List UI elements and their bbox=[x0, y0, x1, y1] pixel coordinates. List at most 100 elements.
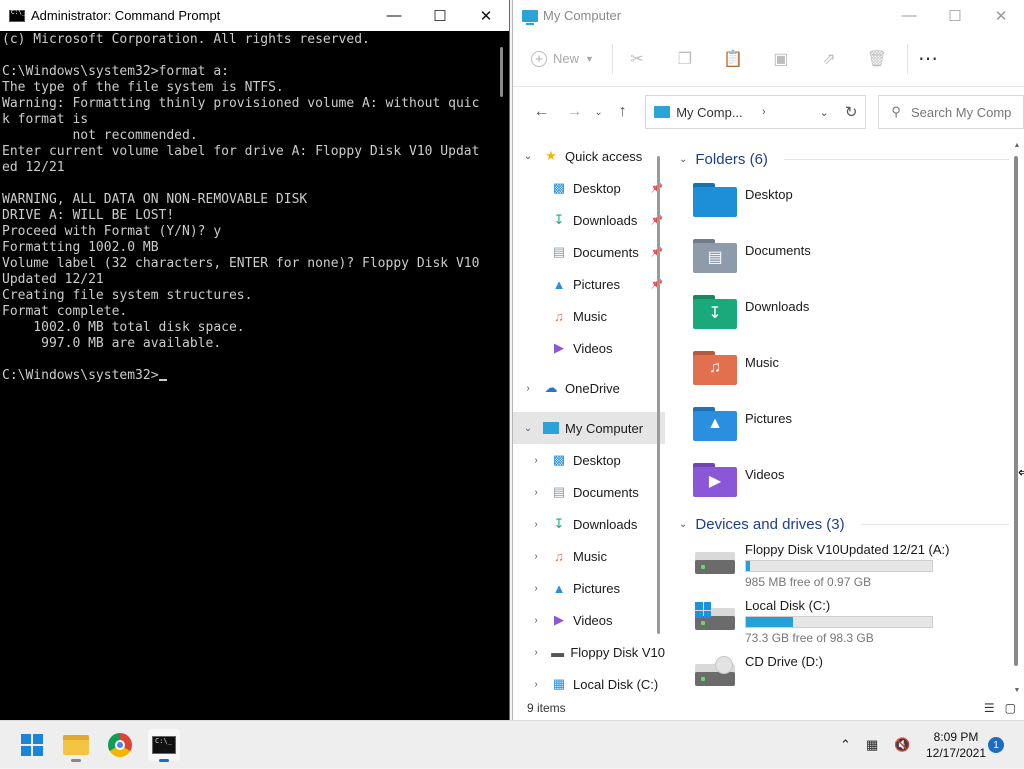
chevron-right-icon[interactable]: › bbox=[529, 551, 543, 562]
notification-badge[interactable]: 1 bbox=[988, 737, 1004, 753]
nav-pc-item[interactable]: › ▦ Local Disk (C:) bbox=[513, 668, 665, 696]
nav-pc-item[interactable]: › ▤ Documents bbox=[513, 476, 665, 508]
close-button[interactable]: ✕ bbox=[463, 0, 509, 31]
nav-pc-item[interactable]: › ▬ Floppy Disk V10 bbox=[513, 636, 665, 668]
drive-item[interactable]: Floppy Disk V10Updated 12/21 (A:) 985 MB … bbox=[669, 538, 1009, 594]
folder-name: Desktop bbox=[745, 187, 793, 202]
chevron-down-icon[interactable]: ⌄ bbox=[679, 154, 687, 165]
cmd-titlebar[interactable]: Administrator: Command Prompt — ☐ ✕ bbox=[0, 0, 509, 31]
nav-pc-item[interactable]: › ▶ Videos bbox=[513, 604, 665, 636]
minimize-button[interactable]: — bbox=[371, 0, 417, 31]
folder-item[interactable]: ▲ Pictures bbox=[669, 397, 1009, 453]
nav-pc-item[interactable]: › ♫ Music bbox=[513, 540, 665, 572]
content-pane[interactable]: ⌄ Folders (6) Desktop ▤ Documents ↧ Download… bbox=[669, 140, 1009, 696]
chrome-taskbar-button[interactable] bbox=[104, 729, 136, 761]
folder-item[interactable]: ↧ Downloads bbox=[669, 285, 1009, 341]
drive-name: Local Disk (C:) bbox=[745, 598, 831, 613]
cmd-scrollbar[interactable] bbox=[493, 31, 509, 720]
more-options-icon[interactable]: ⋯ bbox=[918, 46, 939, 71]
chevron-right-icon[interactable]: › bbox=[529, 455, 543, 466]
drive-item[interactable]: CD Drive (D:) bbox=[669, 650, 1009, 696]
videos-icon: ▶ bbox=[554, 612, 564, 627]
cut-icon[interactable]: ✂ bbox=[613, 49, 661, 69]
explorer-window[interactable]: My Computer — ☐ ✕ + New ▼ ✂ ❐ 📋 ▣ ⇗ 🗑 ⋯ … bbox=[512, 0, 1024, 720]
share-icon[interactable]: ⇗ bbox=[805, 49, 853, 69]
nav-pc-item[interactable]: › ↧ Downloads bbox=[513, 508, 665, 540]
chevron-right-icon[interactable]: › bbox=[529, 679, 543, 690]
volume-muted-icon[interactable]: 🔇 bbox=[894, 721, 910, 769]
maximize-button[interactable]: ☐ bbox=[932, 0, 978, 31]
chevron-right-icon[interactable]: › bbox=[529, 647, 543, 658]
console-prompt[interactable]: C:\Windows\system32> bbox=[2, 368, 492, 384]
explorer-title: My Computer bbox=[543, 8, 622, 23]
address-path[interactable]: My Comp... bbox=[676, 105, 756, 120]
chevron-right-icon[interactable]: › bbox=[529, 487, 543, 498]
maximize-button[interactable]: ☐ bbox=[417, 0, 463, 31]
nav-quick-music[interactable]: ♫ Music bbox=[513, 300, 665, 332]
cmd-scroll-thumb[interactable] bbox=[500, 47, 503, 97]
file-explorer-taskbar-button[interactable] bbox=[60, 729, 92, 762]
folders-group-header[interactable]: ⌄ Folders (6) bbox=[669, 145, 1009, 173]
computer-icon bbox=[522, 9, 538, 25]
chevron-right-icon[interactable]: › bbox=[529, 615, 543, 626]
nav-quick-videos[interactable]: ▶ Videos bbox=[513, 332, 665, 364]
content-scroll-thumb[interactable] bbox=[1014, 156, 1018, 666]
cmd-taskbar-button[interactable]: C:\_ bbox=[148, 729, 180, 762]
nav-quick-pictures[interactable]: ▲Pictures📌 bbox=[513, 268, 665, 300]
delete-icon[interactable]: 🗑 bbox=[853, 49, 901, 69]
nav-onedrive[interactable]: › ☁ OneDrive bbox=[513, 372, 665, 404]
drive-item[interactable]: Local Disk (C:) 73.3 GB free of 98.3 GB bbox=[669, 594, 1009, 650]
nav-scroll-thumb[interactable] bbox=[657, 156, 660, 634]
chevron-down-icon[interactable]: ⌄ bbox=[820, 106, 829, 119]
content-scrollbar[interactable]: ▲ ▼ bbox=[1011, 140, 1023, 696]
search-placeholder: Search My Comp bbox=[910, 104, 1012, 120]
nav-pc-item[interactable]: › ▩ Desktop bbox=[513, 444, 665, 476]
scroll-up-arrow-icon[interactable]: ▲ bbox=[1011, 142, 1023, 149]
chevron-down-icon[interactable]: ⌄ bbox=[521, 151, 535, 162]
explorer-titlebar[interactable]: My Computer — ☐ ✕ bbox=[513, 0, 1024, 31]
details-view-icon[interactable]: ☰ bbox=[984, 701, 995, 715]
nav-quick-downloads[interactable]: ↧Downloads📌 bbox=[513, 204, 665, 236]
search-box[interactable]: ⚲ Search My Comp bbox=[878, 95, 1024, 129]
desktop-folder-icon bbox=[693, 181, 737, 217]
nav-quick-documents[interactable]: ▤Documents📌 bbox=[513, 236, 665, 268]
folder-item[interactable]: ▤ Documents bbox=[669, 229, 1009, 285]
folder-item[interactable]: Desktop bbox=[669, 173, 1009, 229]
show-hidden-icons-chevron-icon[interactable]: ⌃ bbox=[840, 721, 851, 769]
network-icon[interactable]: ▦ bbox=[866, 721, 878, 769]
new-button[interactable]: + New ▼ bbox=[531, 43, 613, 74]
address-box[interactable]: My Comp... › ⌄ ↻ bbox=[645, 95, 867, 129]
chevron-right-icon[interactable]: › bbox=[521, 383, 535, 394]
chevron-right-icon[interactable]: › bbox=[529, 519, 543, 530]
nav-my-computer[interactable]: ⌄ My Computer bbox=[513, 412, 665, 444]
recent-locations-chevron-icon[interactable]: ⌄ bbox=[591, 107, 606, 118]
navigation-pane[interactable]: ⌄ ★ Quick access ▩Desktop📌↧Downloads📌▤Do… bbox=[513, 140, 665, 696]
folder-item[interactable]: ♫ Music bbox=[669, 341, 1009, 397]
chevron-down-icon[interactable]: ⌄ bbox=[679, 519, 687, 530]
cmd-window[interactable]: Administrator: Command Prompt — ☐ ✕ (c) … bbox=[0, 0, 510, 720]
refresh-icon[interactable]: ↻ bbox=[845, 103, 858, 121]
forward-arrow-icon[interactable]: → bbox=[558, 103, 591, 121]
start-button[interactable] bbox=[16, 729, 48, 761]
chevron-right-icon[interactable]: › bbox=[529, 583, 543, 594]
minimize-button[interactable]: — bbox=[886, 0, 932, 31]
nav-quick-access[interactable]: ⌄ ★ Quick access bbox=[513, 140, 665, 172]
tiles-view-icon[interactable]: ▢ bbox=[1005, 701, 1016, 715]
drive-icon bbox=[693, 656, 737, 696]
copy-icon[interactable]: ❐ bbox=[661, 49, 709, 69]
close-button[interactable]: ✕ bbox=[978, 0, 1024, 31]
up-arrow-icon[interactable]: ↑ bbox=[606, 103, 639, 121]
paste-icon[interactable]: 📋 bbox=[709, 49, 757, 69]
chevron-down-icon[interactable]: ⌄ bbox=[521, 423, 535, 434]
console-output[interactable]: (c) Microsoft Corporation. All rights re… bbox=[0, 31, 494, 720]
nav-quick-desktop[interactable]: ▩Desktop📌 bbox=[513, 172, 665, 204]
folder-item[interactable]: ▶ Videos bbox=[669, 453, 1009, 509]
nav-pc-item[interactable]: › ▲ Pictures bbox=[513, 572, 665, 604]
devices-group-header[interactable]: ⌄ Devices and drives (3) bbox=[669, 510, 1009, 538]
back-arrow-icon[interactable]: ← bbox=[525, 103, 558, 121]
scroll-down-arrow-icon[interactable]: ▼ bbox=[1011, 687, 1023, 694]
rename-icon[interactable]: ▣ bbox=[757, 49, 805, 69]
clock[interactable]: 8:09 PM 12/17/2021 bbox=[920, 729, 992, 761]
documents-folder-icon: ▤ bbox=[693, 237, 737, 273]
